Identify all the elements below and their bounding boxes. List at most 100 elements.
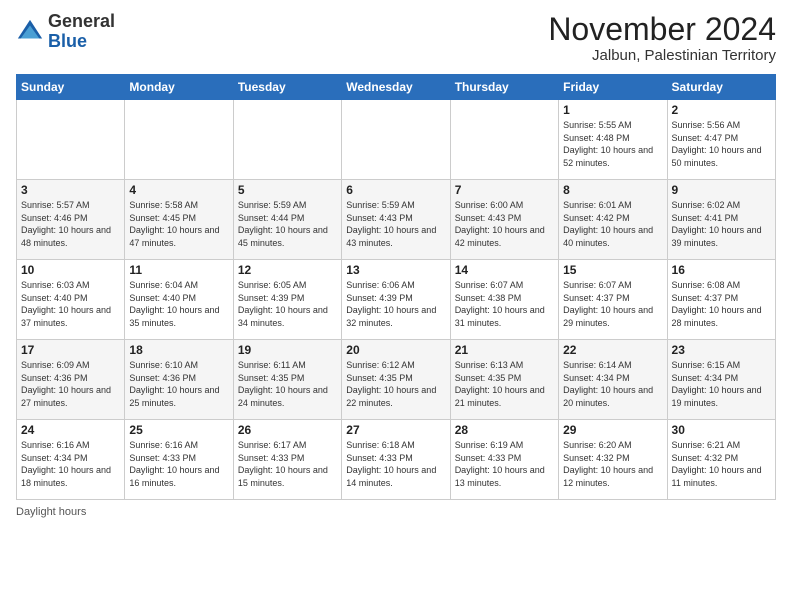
header-tuesday: Tuesday xyxy=(233,75,341,100)
calendar-cell: 10 Sunrise: 6:03 AM Sunset: 4:40 PM Dayli… xyxy=(17,260,125,340)
calendar-week-2: 10 Sunrise: 6:03 AM Sunset: 4:40 PM Dayli… xyxy=(17,260,776,340)
calendar-cell: 8 Sunrise: 6:01 AM Sunset: 4:42 PM Daylig… xyxy=(559,180,667,260)
day-number: 22 xyxy=(563,343,662,357)
header-sunday: Sunday xyxy=(17,75,125,100)
day-info: Sunrise: 6:20 AM Sunset: 4:32 PM Dayligh… xyxy=(563,439,662,489)
calendar-cell: 15Sunrise: 6:07 AM Sunset: 4:37 PM Dayli… xyxy=(559,260,667,340)
day-info: Sunrise: 5:57 AM Sunset: 4:46 PM Dayligh… xyxy=(21,199,120,249)
day-info: Sunrise: 6:00 AM Sunset: 4:43 PM Dayligh… xyxy=(455,199,554,249)
day-number: 10 xyxy=(21,263,120,277)
header: General Blue November 2024 Jalbun, Pales… xyxy=(16,12,776,64)
day-info: Sunrise: 6:03 AM Sunset: 4:40 PM Dayligh… xyxy=(21,279,120,329)
calendar-cell: 2 Sunrise: 5:56 AM Sunset: 4:47 PM Daylig… xyxy=(667,100,775,180)
day-info: Sunrise: 6:05 AM Sunset: 4:39 PM Dayligh… xyxy=(238,279,337,329)
day-info: Sunrise: 6:07 AM Sunset: 4:38 PM Dayligh… xyxy=(455,279,554,329)
day-info: Sunrise: 6:08 AM Sunset: 4:37 PM Dayligh… xyxy=(672,279,771,329)
footer: Daylight hours xyxy=(16,506,776,518)
day-info: Sunrise: 5:59 AM Sunset: 4:44 PM Dayligh… xyxy=(238,199,337,249)
day-info: Sunrise: 6:21 AM Sunset: 4:32 PM Dayligh… xyxy=(672,439,771,489)
day-number: 25 xyxy=(129,423,228,437)
calendar-cell: 25Sunrise: 6:16 AM Sunset: 4:33 PM Dayli… xyxy=(125,420,233,500)
header-thursday: Thursday xyxy=(450,75,558,100)
day-number: 26 xyxy=(238,423,337,437)
calendar-cell: 21 Sunrise: 6:13 AM Sunset: 4:35 PM Dayli… xyxy=(450,340,558,420)
day-info: Sunrise: 6:17 AM Sunset: 4:33 PM Dayligh… xyxy=(238,439,337,489)
calendar-week-0: 1 Sunrise: 5:55 AM Sunset: 4:48 PM Daylig… xyxy=(17,100,776,180)
calendar-cell: 7Sunrise: 6:00 AM Sunset: 4:43 PM Daylig… xyxy=(450,180,558,260)
calendar-cell xyxy=(233,100,341,180)
calendar-cell: 24 Sunrise: 6:16 AM Sunset: 4:34 PM Dayli… xyxy=(17,420,125,500)
day-number: 27 xyxy=(346,423,445,437)
day-info: Sunrise: 6:11 AM Sunset: 4:35 PM Dayligh… xyxy=(238,359,337,409)
day-info: Sunrise: 6:02 AM Sunset: 4:41 PM Dayligh… xyxy=(672,199,771,249)
calendar-cell: 19 Sunrise: 6:11 AM Sunset: 4:35 PM Dayli… xyxy=(233,340,341,420)
day-number: 21 xyxy=(455,343,554,357)
calendar-cell: 30Sunrise: 6:21 AM Sunset: 4:32 PM Dayli… xyxy=(667,420,775,500)
day-info: Sunrise: 6:04 AM Sunset: 4:40 PM Dayligh… xyxy=(129,279,228,329)
calendar-cell: 18Sunrise: 6:10 AM Sunset: 4:36 PM Dayli… xyxy=(125,340,233,420)
calendar-table: Sunday Monday Tuesday Wednesday Thursday… xyxy=(16,74,776,500)
header-saturday: Saturday xyxy=(667,75,775,100)
calendar-cell: 11Sunrise: 6:04 AM Sunset: 4:40 PM Dayli… xyxy=(125,260,233,340)
calendar-cell: 4 Sunrise: 5:58 AM Sunset: 4:45 PM Daylig… xyxy=(125,180,233,260)
day-info: Sunrise: 6:15 AM Sunset: 4:34 PM Dayligh… xyxy=(672,359,771,409)
calendar-location: Jalbun, Palestinian Territory xyxy=(548,47,776,64)
calendar-cell: 5 Sunrise: 5:59 AM Sunset: 4:44 PM Daylig… xyxy=(233,180,341,260)
day-number: 16 xyxy=(672,263,771,277)
day-number: 19 xyxy=(238,343,337,357)
day-number: 18 xyxy=(129,343,228,357)
calendar-page: General Blue November 2024 Jalbun, Pales… xyxy=(0,0,792,612)
calendar-week-3: 17 Sunrise: 6:09 AM Sunset: 4:36 PM Dayli… xyxy=(17,340,776,420)
calendar-week-1: 3Sunrise: 5:57 AM Sunset: 4:46 PM Daylig… xyxy=(17,180,776,260)
day-number: 4 xyxy=(129,183,228,197)
day-number: 23 xyxy=(672,343,771,357)
day-info: Sunrise: 5:56 AM Sunset: 4:47 PM Dayligh… xyxy=(672,119,771,169)
day-info: Sunrise: 6:09 AM Sunset: 4:36 PM Dayligh… xyxy=(21,359,120,409)
day-number: 8 xyxy=(563,183,662,197)
day-info: Sunrise: 6:06 AM Sunset: 4:39 PM Dayligh… xyxy=(346,279,445,329)
calendar-cell: 28Sunrise: 6:19 AM Sunset: 4:33 PM Dayli… xyxy=(450,420,558,500)
day-number: 24 xyxy=(21,423,120,437)
logo: General Blue xyxy=(16,12,115,52)
header-friday: Friday xyxy=(559,75,667,100)
calendar-cell: 9Sunrise: 6:02 AM Sunset: 4:41 PM Daylig… xyxy=(667,180,775,260)
calendar-cell xyxy=(342,100,450,180)
day-info: Sunrise: 6:01 AM Sunset: 4:42 PM Dayligh… xyxy=(563,199,662,249)
calendar-cell: 14 Sunrise: 6:07 AM Sunset: 4:38 PM Dayli… xyxy=(450,260,558,340)
calendar-cell xyxy=(125,100,233,180)
day-number: 14 xyxy=(455,263,554,277)
calendar-cell: 20 Sunrise: 6:12 AM Sunset: 4:35 PM Dayli… xyxy=(342,340,450,420)
day-info: Sunrise: 6:14 AM Sunset: 4:34 PM Dayligh… xyxy=(563,359,662,409)
day-number: 17 xyxy=(21,343,120,357)
calendar-cell: 12 Sunrise: 6:05 AM Sunset: 4:39 PM Dayli… xyxy=(233,260,341,340)
day-info: Sunrise: 6:19 AM Sunset: 4:33 PM Dayligh… xyxy=(455,439,554,489)
day-info: Sunrise: 5:55 AM Sunset: 4:48 PM Dayligh… xyxy=(563,119,662,169)
calendar-cell: 3Sunrise: 5:57 AM Sunset: 4:46 PM Daylig… xyxy=(17,180,125,260)
day-number: 12 xyxy=(238,263,337,277)
calendar-cell: 22 Sunrise: 6:14 AM Sunset: 4:34 PM Dayli… xyxy=(559,340,667,420)
day-number: 5 xyxy=(238,183,337,197)
calendar-cell: 26 Sunrise: 6:17 AM Sunset: 4:33 PM Dayli… xyxy=(233,420,341,500)
day-number: 1 xyxy=(563,103,662,117)
day-info: Sunrise: 6:12 AM Sunset: 4:35 PM Dayligh… xyxy=(346,359,445,409)
day-number: 2 xyxy=(672,103,771,117)
day-info: Sunrise: 5:58 AM Sunset: 4:45 PM Dayligh… xyxy=(129,199,228,249)
day-info: Sunrise: 6:13 AM Sunset: 4:35 PM Dayligh… xyxy=(455,359,554,409)
daylight-label: Daylight hours xyxy=(16,506,86,518)
calendar-cell: 29Sunrise: 6:20 AM Sunset: 4:32 PM Dayli… xyxy=(559,420,667,500)
day-number: 20 xyxy=(346,343,445,357)
calendar-cell: 13 Sunrise: 6:06 AM Sunset: 4:39 PM Dayli… xyxy=(342,260,450,340)
calendar-cell xyxy=(450,100,558,180)
day-number: 15 xyxy=(563,263,662,277)
header-row: Sunday Monday Tuesday Wednesday Thursday… xyxy=(17,75,776,100)
header-wednesday: Wednesday xyxy=(342,75,450,100)
day-number: 13 xyxy=(346,263,445,277)
calendar-header: Sunday Monday Tuesday Wednesday Thursday… xyxy=(17,75,776,100)
calendar-title: November 2024 xyxy=(548,12,776,47)
calendar-cell: 6Sunrise: 5:59 AM Sunset: 4:43 PM Daylig… xyxy=(342,180,450,260)
logo-general: General xyxy=(48,12,115,32)
day-info: Sunrise: 6:16 AM Sunset: 4:34 PM Dayligh… xyxy=(21,439,120,489)
title-block: November 2024 Jalbun, Palestinian Territ… xyxy=(548,12,776,64)
day-info: Sunrise: 6:18 AM Sunset: 4:33 PM Dayligh… xyxy=(346,439,445,489)
logo-text: General Blue xyxy=(48,12,115,52)
